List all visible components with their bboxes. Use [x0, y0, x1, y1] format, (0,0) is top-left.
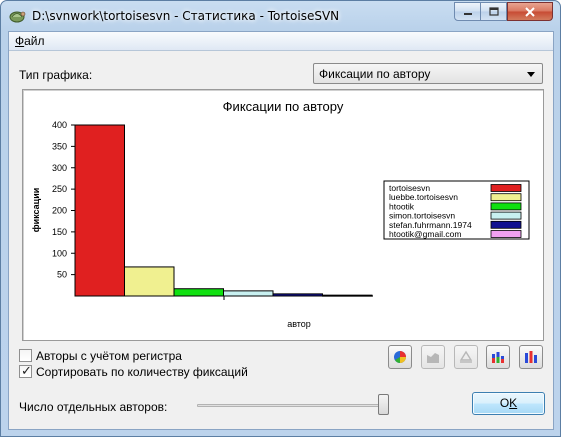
chart-area: Фиксации по автору 50 100 150 200 250 300 350 40…: [22, 89, 544, 341]
bar-chart: Фиксации по автору 50 100 150 200 250 300 350 40…: [31, 99, 530, 329]
legend-swatch: [490, 193, 522, 202]
area-chart-button[interactable]: [421, 345, 445, 369]
y-tick-label: 250: [52, 184, 67, 194]
stacked-chart-button[interactable]: [454, 345, 478, 369]
graph-type-selected: Фиксации по автору: [319, 67, 431, 81]
bar-htootik@gmail.com: [322, 294, 373, 297]
sort-by-commits-label: Сортировать по количеству фиксаций: [36, 365, 248, 379]
ok-label-accel: K: [509, 396, 518, 410]
menu-file-rest: айл: [24, 34, 45, 48]
close-icon: [525, 6, 535, 17]
ok-button[interactable]: OK: [472, 392, 545, 415]
tortoisesvn-app-icon: [9, 11, 26, 23]
chevron-down-icon: [527, 72, 535, 77]
y-axis-label: фиксации: [31, 188, 41, 233]
bar-htootik: [173, 288, 224, 297]
area-chart-icon: [427, 353, 439, 363]
sort-by-commits-checkbox[interactable]: ✓: [19, 363, 32, 378]
bar-simon.tortoisesvn: [223, 290, 274, 297]
menu-file[interactable]: Файл: [15, 34, 45, 48]
menu-bar: Файл: [9, 32, 553, 51]
window-title: D:\svnwork\tortoisesvn - Статистика - To…: [32, 9, 340, 23]
statistics-window: D:\svnwork\tortoisesvn - Статистика - To…: [0, 0, 561, 437]
y-tick-label: 150: [52, 227, 67, 237]
bar-chart-icon: [525, 351, 537, 363]
minimize-icon: [463, 12, 472, 15]
dialog-client-area: Файл Тип графика: Фиксации по автору Фик…: [8, 31, 554, 430]
bar-tortoisesvn: [74, 124, 125, 297]
case-sensitive-checkbox[interactable]: [19, 349, 32, 362]
checkmark-icon: ✓: [21, 363, 32, 378]
maximize-icon: [488, 7, 499, 16]
chart-title: Фиксации по автору: [223, 99, 344, 114]
bar-luebbe.tortoisesvn: [124, 266, 175, 297]
y-tick-label: 200: [52, 206, 67, 216]
y-tick-label: 50: [57, 270, 67, 280]
legend-swatch: [490, 184, 522, 192]
menu-file-accel: Ф: [15, 34, 25, 48]
legend-swatch: [490, 202, 522, 211]
legend-swatch: [490, 220, 522, 229]
authors-count-label: Число отдельных авторов:: [19, 400, 168, 414]
legend-label: htootik@gmail.com: [389, 229, 461, 239]
bar-chart-button[interactable]: [519, 345, 543, 369]
pie-chart-button[interactable]: [388, 345, 412, 369]
maximize-button[interactable]: [481, 2, 507, 21]
y-tick-label: 300: [52, 163, 67, 173]
stacked-chart-icon: [459, 350, 473, 363]
legend-swatch: [490, 211, 522, 220]
y-tick-label: 350: [52, 141, 67, 151]
y-tick-label: 400: [52, 120, 67, 130]
ok-label-prefix: O: [499, 396, 510, 410]
authors-count-slider-thumb[interactable]: [378, 394, 389, 415]
graph-type-label: Тип графика:: [19, 68, 93, 82]
bar-stefan.fuhrmann.1974: [272, 293, 323, 297]
authors-count-slider-track[interactable]: [197, 404, 384, 407]
pie-chart-icon: [394, 351, 406, 363]
close-button[interactable]: [507, 2, 553, 21]
case-sensitive-label: Авторы с учётом регистра: [36, 349, 182, 363]
stacked-bar-icon: [492, 352, 504, 363]
y-tick-label: 100: [52, 248, 67, 258]
title-bar[interactable]: D:\svnwork\tortoisesvn - Статистика - To…: [1, 1, 560, 31]
legend-swatch: [490, 230, 522, 238]
stacked-bar-button[interactable]: [486, 345, 510, 369]
x-axis-label: автор: [287, 319, 311, 329]
graph-type-select[interactable]: Фиксации по автору: [313, 63, 543, 84]
minimize-button[interactable]: [454, 2, 481, 21]
